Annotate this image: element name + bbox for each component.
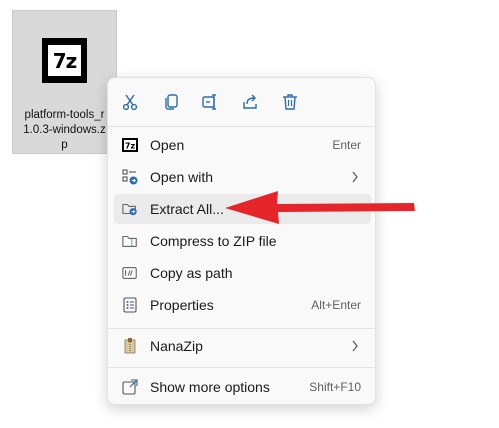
menu-item-label: Show more options xyxy=(150,379,270,395)
file-name-line-1: platform-tools_r xyxy=(24,109,105,121)
menu-item-compress-zip[interactable]: Compress to ZIP file xyxy=(114,226,371,256)
open-with-icon xyxy=(122,169,138,185)
share-icon xyxy=(243,94,257,109)
chevron-right-icon xyxy=(352,171,358,183)
rename-icon xyxy=(202,94,216,110)
chevron-right-icon xyxy=(352,340,358,352)
menu-item-label: Open with xyxy=(150,169,214,185)
menu-divider xyxy=(108,328,375,329)
menu-item-label: Open xyxy=(150,137,185,153)
menu-item-nanazip[interactable]: NanaZip xyxy=(114,331,371,361)
menu-item-copy-path[interactable]: Copy as path xyxy=(114,258,371,288)
file-name: platform-tools_r 1.0.3-windows.z p xyxy=(17,108,112,153)
share-button[interactable] xyxy=(238,90,262,114)
7z-icon: 7z xyxy=(122,137,138,153)
menu-item-label: Compress to ZIP file xyxy=(150,233,277,249)
copy-button[interactable] xyxy=(159,90,183,114)
menu-item-shortcut: Enter xyxy=(332,138,361,152)
svg-text:7z: 7z xyxy=(125,142,136,151)
menu-item-shortcut: Alt+Enter xyxy=(311,298,361,312)
7z-archive-icon: 7z xyxy=(42,38,87,83)
file-name-line-3: p xyxy=(61,139,68,151)
menu-item-properties[interactable]: Properties Alt+Enter xyxy=(114,290,371,320)
copy-path-icon xyxy=(122,265,138,281)
archive-icon-text: 7z xyxy=(52,48,78,73)
rename-button[interactable] xyxy=(198,90,222,114)
menu-item-label: Copy as path xyxy=(150,265,233,281)
menu-item-open[interactable]: 7z Open Enter xyxy=(114,130,371,160)
extract-folder-icon xyxy=(122,201,138,217)
properties-icon xyxy=(122,297,138,313)
menu-item-label: Extract All... xyxy=(150,201,224,217)
menu-divider xyxy=(108,367,375,368)
menu-item-shortcut: Shift+F10 xyxy=(309,380,361,394)
annotation-arrow xyxy=(225,191,415,224)
menu-item-label: Properties xyxy=(150,297,214,313)
nanazip-icon xyxy=(122,338,138,354)
menu-divider xyxy=(108,126,375,127)
copy-icon xyxy=(165,94,178,110)
file-name-line-2: 1.0.3-windows.z xyxy=(23,124,106,136)
menu-item-show-more[interactable]: Show more options Shift+F10 xyxy=(114,372,371,402)
cut-icon xyxy=(122,94,138,111)
zip-folder-icon xyxy=(122,233,138,249)
show-more-icon xyxy=(122,379,138,395)
context-menu: 7z Open Enter Open with Extract All... C… xyxy=(107,77,376,405)
delete-icon xyxy=(283,94,297,110)
cut-button[interactable] xyxy=(118,90,142,114)
file-item-platform-tools[interactable]: 7z platform-tools_r 1.0.3-windows.z p xyxy=(12,10,117,154)
quick-actions-bar xyxy=(108,78,375,126)
menu-item-label: NanaZip xyxy=(150,338,203,354)
delete-button[interactable] xyxy=(278,90,302,114)
